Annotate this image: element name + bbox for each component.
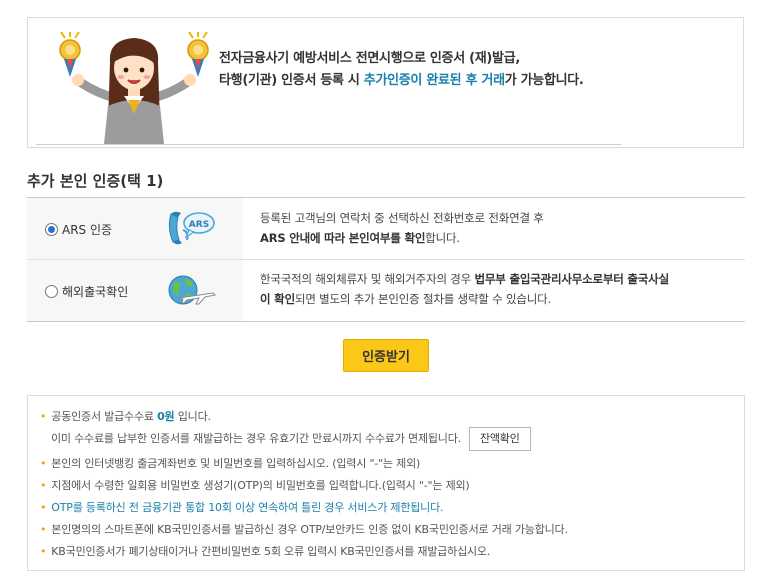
notice-item-otp-warning: • OTP를 등록하신 전 금융기관 통합 10회 이상 연속하여 틀린 경우 서… bbox=[40, 501, 444, 514]
woman-with-medals-illustration bbox=[59, 32, 209, 144]
notice-item-otp: • 지점에서 수령한 일회용 비밀번호 생성기(OTP)의 비밀번호를 입력합니다… bbox=[40, 479, 470, 492]
phone-ars-icon: ARS bbox=[168, 211, 215, 245]
ars-radio-option[interactable]: ARS 인증 bbox=[45, 221, 112, 238]
auth-option-row-overseas: 해외출국확인 한국국적의 해외체류자 및 해외거주자의 경우 법무부 출입국관리… bbox=[27, 260, 745, 321]
radio-checked-icon[interactable] bbox=[45, 223, 58, 236]
bullet-icon: • bbox=[40, 545, 47, 558]
notice-item-account: • 본인의 인터넷뱅킹 출금계좌번호 및 비밀번호를 입력하십시오. (입력시 "… bbox=[40, 457, 421, 470]
auth-options-table: ARS 인증 ARS 등록된 고객님의 연락처 중 선택하신 전화번호로 전화연… bbox=[27, 197, 745, 322]
notice-item-kb-reissue: • KB국민인증서가 폐기상태이거나 간편비밀번호 5회 오류 입력시 KB국민인… bbox=[40, 545, 491, 558]
banner-highlight: 추가인증이 완료된 후 거래 bbox=[363, 73, 505, 88]
banner-message: 전자금융사기 예방서비스 전면시행으로 인증서 (재)발급, 타행(기관) 인증… bbox=[219, 48, 584, 92]
notice-item-fee: • 공동인증서 발급수수료 0원 입니다. 이미 수수료를 납부한 인증서를 재발… bbox=[40, 409, 531, 451]
svg-text:ARS: ARS bbox=[189, 220, 209, 230]
radio-unchecked-icon[interactable] bbox=[45, 285, 58, 298]
medal-icon bbox=[59, 32, 81, 77]
option-cell: ARS 인증 ARS bbox=[27, 198, 243, 259]
bullet-icon: • bbox=[40, 479, 47, 492]
option-cell: 해외출국확인 bbox=[27, 260, 243, 321]
banner-line-2: 타행(기관) 인증서 등록 시 추가인증이 완료된 후 거래가 가능합니다. bbox=[219, 73, 584, 88]
description-cell: 등록된 고객님의 연락처 중 선택하신 전화번호로 전화연결 후 ARS 안내에… bbox=[243, 198, 745, 259]
auth-option-row-ars: ARS 인증 ARS 등록된 고객님의 연락처 중 선택하신 전화번호로 전화연… bbox=[27, 198, 745, 260]
section-title: 추가 본인 인증(택 1) bbox=[27, 172, 164, 190]
bullet-icon: • bbox=[40, 523, 47, 536]
notice-banner: 전자금융사기 예방서비스 전면시행으로 인증서 (재)발급, 타행(기관) 인증… bbox=[27, 17, 744, 148]
notice-item-kb-cert: • 본인명의의 스마트폰에 KB국민인증서를 발급하신 경우 OTP/보안카드 인… bbox=[40, 523, 568, 536]
notice-box: • 공동인증서 발급수수료 0원 입니다. 이미 수수료를 납부한 인증서를 재발… bbox=[27, 395, 745, 571]
bullet-icon: • bbox=[40, 410, 47, 423]
overseas-option-label: 해외출국확인 bbox=[62, 285, 129, 299]
globe-airplane-icon bbox=[168, 275, 217, 305]
bullet-icon: • bbox=[40, 501, 47, 514]
banner-divider bbox=[36, 144, 621, 145]
overseas-description: 한국국적의 해외체류자 및 해외거주자의 경우 법무부 출입국관리사무소로부터 … bbox=[260, 272, 669, 306]
request-auth-button[interactable]: 인증받기 bbox=[343, 339, 429, 372]
medal-icon bbox=[187, 32, 209, 77]
banner-line-1: 전자금융사기 예방서비스 전면시행으로 인증서 (재)발급, bbox=[219, 51, 521, 66]
ars-description: 등록된 고객님의 연락처 중 선택하신 전화번호로 전화연결 후 ARS 안내에… bbox=[260, 211, 544, 245]
ars-option-label: ARS 인증 bbox=[62, 223, 113, 237]
balance-check-button[interactable]: 잔액확인 bbox=[468, 427, 531, 451]
fee-amount: 0원 bbox=[157, 410, 175, 423]
overseas-radio-option[interactable]: 해외출국확인 bbox=[45, 283, 128, 300]
description-cell: 한국국적의 해외체류자 및 해외거주자의 경우 법무부 출입국관리사무소로부터 … bbox=[243, 260, 745, 321]
bullet-icon: • bbox=[40, 457, 47, 470]
